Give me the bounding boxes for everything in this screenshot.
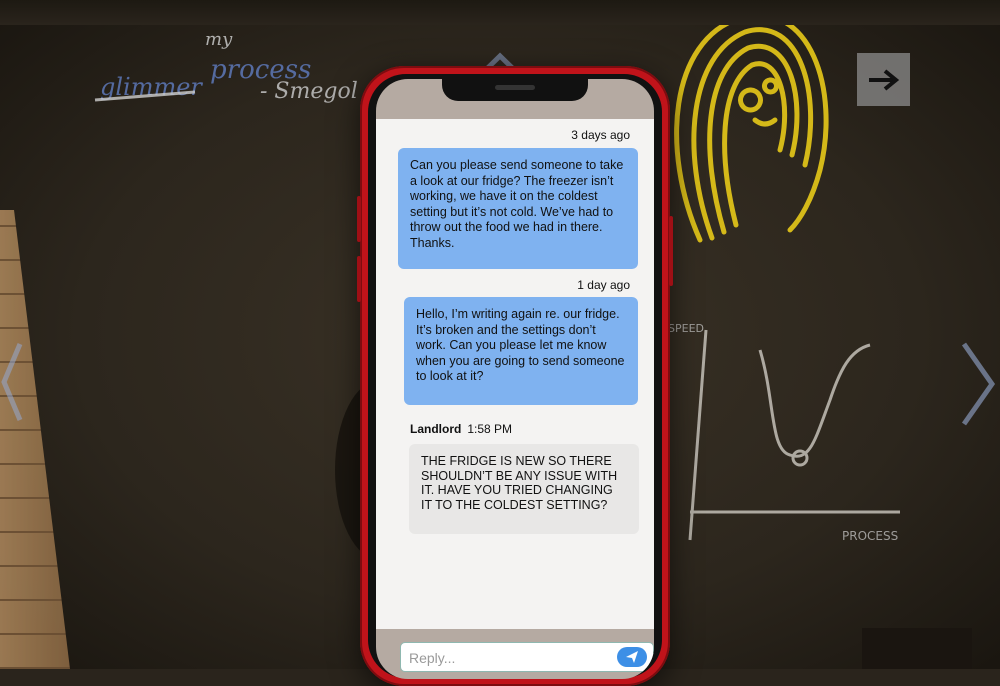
power-button <box>669 216 673 286</box>
incoming-message-bubble: THE FRIDGE IS NEW SO THERE SHOULDN’T BE … <box>409 444 639 534</box>
chalk-text-my: my <box>205 29 233 50</box>
reply-bar <box>400 642 654 672</box>
frame-top <box>0 0 1000 25</box>
phone-screen: 3 days ago Can you please send someone t… <box>376 79 654 679</box>
outgoing-message-bubble: Can you please send someone to take a lo… <box>398 148 638 269</box>
message-timestamp: 3 days ago <box>571 128 630 142</box>
message-thread: 3 days ago Can you please send someone t… <box>376 119 654 629</box>
message-timestamp: 1 day ago <box>577 278 630 292</box>
sender-time: 1:58 PM <box>467 422 513 436</box>
volume-up-button <box>357 196 361 242</box>
chevron-right-icon[interactable] <box>958 340 998 428</box>
phone: 3 days ago Can you please send someone t… <box>357 66 673 686</box>
reply-input[interactable] <box>407 647 611 669</box>
send-icon <box>626 651 638 663</box>
next-scene-button[interactable] <box>857 53 910 106</box>
send-button[interactable] <box>617 647 647 667</box>
phone-notch <box>442 79 588 101</box>
chevron-left-icon[interactable] <box>0 340 24 424</box>
arrow-right-icon <box>868 68 899 91</box>
chart-label-speed: SPEED <box>668 322 704 335</box>
phone-speaker <box>495 85 535 90</box>
sender-name: Landlord <box>410 422 462 436</box>
chart-label-process: PROCESS <box>842 529 898 543</box>
volume-down-button <box>357 256 361 302</box>
chalk-text-signature: - Smegol <box>260 79 358 104</box>
outgoing-message-bubble: Hello, I’m writing again re. our fridge.… <box>404 297 638 405</box>
message-sender: Landlord 1:58 PM <box>410 422 512 436</box>
